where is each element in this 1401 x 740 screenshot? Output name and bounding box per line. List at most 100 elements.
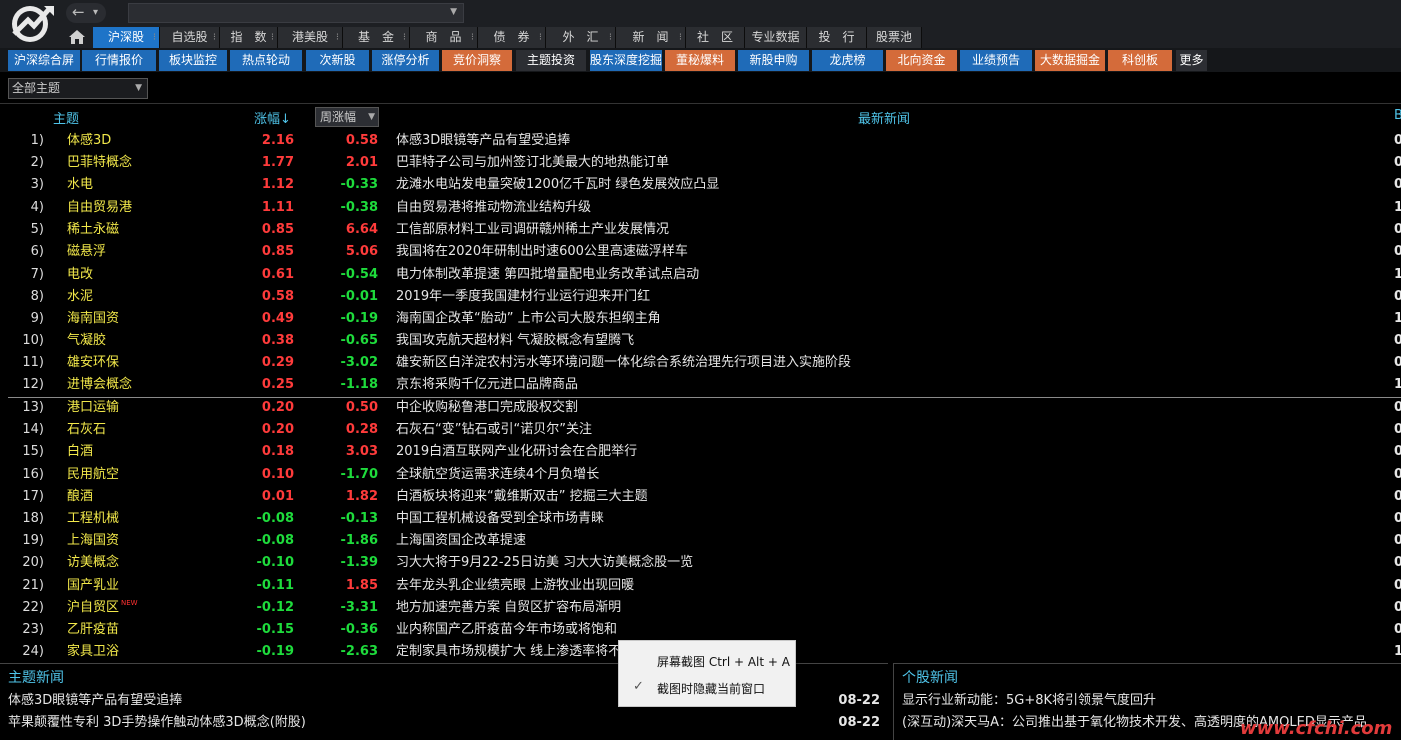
sub-tab[interactable]: 热点轮动 [230,50,302,71]
topic-name[interactable]: 白酒 [67,441,93,463]
search-dropdown[interactable]: ▼ [128,3,464,23]
topic-name[interactable]: 乙肝疫苗 [67,619,119,641]
topic-name[interactable]: 国产乳业 [67,575,119,597]
table-row[interactable]: 11) 雄安环保 0.29 -3.02 雄安新区白洋淀农村污水等环境问题一体化综合系统治… [0,352,1401,374]
latest-news[interactable]: 电力体制改革提速 第四批增量配电业务改革试点启动 [396,264,699,286]
topic-name[interactable]: 上海国资 [67,530,119,552]
topic-name[interactable]: 自由贸易港 [67,197,132,219]
sub-tab[interactable]: 股东深度挖掘 [590,50,662,71]
topic-name[interactable]: 水泥 [67,286,93,308]
main-tab[interactable]: 指 数 ⁝ [220,27,278,48]
col-header-tail[interactable]: B [1394,108,1401,123]
topic-name[interactable]: 气凝胶 [67,330,106,352]
table-row[interactable]: 23) 乙肝疫苗 -0.15 -0.36 业内称国产乙肝疫苗今年市场或将饱和 0 [0,619,1401,641]
latest-news[interactable]: 白酒板块将迎来“戴维斯双击” 挖掘三大主题 [396,486,648,508]
sub-tab[interactable]: 龙虎榜 [812,50,883,71]
menu-item-hide-window[interactable]: 截图时隐藏当前窗口 [657,680,765,697]
sub-tab[interactable]: 科创板 [1108,50,1172,71]
topic-name[interactable]: 水电 [67,174,93,196]
main-tab[interactable]: 债 券 ⁝ [478,27,546,48]
latest-news[interactable]: 龙滩水电站发电量突破1200亿千瓦时 绿色发展效应凸显 [396,174,719,196]
latest-news[interactable]: 地方加速完善方案 自贸区扩容布局渐明 [396,597,621,619]
stock-news-item[interactable]: 显示行业新动能：5G+8K将引领景气度回升 [902,690,1398,712]
topic-name[interactable]: 体感3D [67,130,111,152]
sub-tab[interactable]: 新股申购 [738,50,809,71]
table-row[interactable]: 13) 港口运输 0.20 0.50 中企收购秘鲁港口完成股权交割 0 [0,397,1401,419]
table-row[interactable]: 5) 稀土永磁 0.85 6.64 工信部原材料工业司调研赣州稀土产业发展情况 0 [0,219,1401,241]
sub-tab[interactable]: 次新股 [306,50,369,71]
main-tab[interactable]: 自选股 ⁝ [160,27,220,48]
table-row[interactable]: 12) 进博会概念 0.25 -1.18 京东将采购千亿元进口品牌商品 1 [0,374,1401,396]
col-header-topic[interactable]: 主题 [53,108,79,127]
latest-news[interactable]: 雄安新区白洋淀农村污水等环境问题一体化综合系统治理先行项目进入实施阶段 [396,352,851,374]
table-row[interactable]: 21) 国产乳业 -0.11 1.85 去年龙头乳企业绩亮眼 上游牧业出现回暖 0 [0,575,1401,597]
latest-news[interactable]: 巴菲特子公司与加州签订北美最大的地热能订单 [396,152,669,174]
home-icon[interactable] [68,29,86,45]
latest-news[interactable]: 石灰石“变”钻石或引“诺贝尔”关注 [396,419,592,441]
topic-name[interactable]: 工程机械 [67,508,119,530]
latest-news[interactable]: 京东将采购千亿元进口品牌商品 [396,374,578,396]
latest-news[interactable]: 上海国资国企改革提速 [396,530,526,552]
table-row[interactable]: 6) 磁悬浮 0.85 5.06 我国将在2020年研制出时速600公里高速磁浮样车 0 [0,241,1401,263]
table-row[interactable]: 20) 访美概念 -0.10 -1.39 习大大将于9月22-25日访美 习大大访美概念… [0,552,1401,574]
main-tab[interactable]: 商 品 ⁝ [410,27,478,48]
table-row[interactable]: 18) 工程机械 -0.08 -0.13 中国工程机械设备受到全球市场青睐 0 [0,508,1401,530]
latest-news[interactable]: 去年龙头乳企业绩亮眼 上游牧业出现回暖 [396,575,634,597]
table-row[interactable]: 2) 巴菲特概念 1.77 2.01 巴菲特子公司与加州签订北美最大的地热能订单 0 [0,152,1401,174]
topic-name[interactable]: 雄安环保 [67,352,119,374]
latest-news[interactable]: 海南国企改革“胎动” 上市公司大股东担纲主角 [396,308,661,330]
table-row[interactable]: 4) 自由贸易港 1.11 -0.38 自由贸易港将推动物流业结构升级 1 [0,197,1401,219]
back-nav-button[interactable]: ← ▾ [66,3,106,23]
topic-name[interactable]: 巴菲特概念 [67,152,132,174]
table-row[interactable]: 7) 电改 0.61 -0.54 电力体制改革提速 第四批增量配电业务改革试点启动 1 [0,264,1401,286]
table-row[interactable]: 22) 沪自贸区 NEW -0.12 -3.31 地方加速完善方案 自贸区扩容布局渐明 0 [0,597,1401,619]
table-row[interactable]: 19) 上海国资 -0.08 -1.86 上海国资国企改革提速 0 [0,530,1401,552]
topic-name[interactable]: 磁悬浮 [67,241,106,263]
latest-news[interactable]: 中企收购秘鲁港口完成股权交割 [396,397,578,419]
latest-news[interactable]: 全球航空货运需求连续4个月负增长 [396,464,599,486]
latest-news[interactable]: 习大大将于9月22-25日访美 习大大访美概念股一览 [396,552,693,574]
sub-tab[interactable]: 行情报价 [82,50,156,71]
app-logo[interactable] [4,2,60,44]
sub-tab[interactable]: 涨停分析 [372,50,439,71]
latest-news[interactable]: 我国攻克航天超材料 气凝胶概念有望腾飞 [396,330,634,352]
main-tab[interactable]: 社 区 [686,27,745,48]
sub-tab[interactable]: 更多 [1176,50,1207,71]
sub-tab[interactable]: 竞价洞察 [442,50,512,71]
week-change-sort-select[interactable]: 周涨幅 ▼ [315,107,379,127]
topic-name[interactable]: 进博会概念 [67,374,132,396]
sub-tab[interactable]: 业绩预告 [960,50,1032,71]
menu-item-screenshot[interactable]: 屏幕截图 Ctrl + Alt + A [657,653,790,670]
topic-name[interactable]: 沪自贸区 NEW [67,597,138,620]
main-tab[interactable]: 专业数据 [745,27,807,48]
main-tab[interactable]: 投 行 [807,27,867,48]
topic-filter-select[interactable]: 全部主题 ▼ [8,78,148,99]
main-tab[interactable]: 股票池 [867,27,922,48]
main-tab[interactable]: 新 闻 ⁝ [616,27,686,48]
table-row[interactable]: 10) 气凝胶 0.38 -0.65 我国攻克航天超材料 气凝胶概念有望腾飞 0 [0,330,1401,352]
latest-news[interactable]: 我国将在2020年研制出时速600公里高速磁浮样车 [396,241,688,263]
sub-tab[interactable]: 沪深综合屏 [8,50,80,71]
sub-tab[interactable]: 北向资金 [886,50,957,71]
table-row[interactable]: 16) 民用航空 0.10 -1.70 全球航空货运需求连续4个月负增长 0 [0,464,1401,486]
latest-news[interactable]: 自由贸易港将推动物流业结构升级 [396,197,591,219]
topic-name[interactable]: 稀土永磁 [67,219,119,241]
latest-news[interactable]: 业内称国产乙肝疫苗今年市场或将饱和 [396,619,617,641]
table-row[interactable]: 8) 水泥 0.58 -0.01 2019年一季度我国建材行业运行迎来开门红 0 [0,286,1401,308]
main-tab[interactable]: 外 汇 ⁝ [546,27,616,48]
main-tab[interactable]: 基 金 ⁝ [343,27,410,48]
topic-news-item[interactable]: 苹果颠覆性专利 3D手势操作触动体感3D概念(附股) 08-22 [8,712,880,734]
main-tab[interactable]: 沪深股 ⁝ [93,27,160,48]
table-row[interactable]: 14) 石灰石 0.20 0.28 石灰石“变”钻石或引“诺贝尔”关注 0 [0,419,1401,441]
table-row[interactable]: 3) 水电 1.12 -0.33 龙滩水电站发电量突破1200亿千瓦时 绿色发展效应凸显… [0,174,1401,196]
col-header-change[interactable]: 涨幅↓ [254,108,291,127]
latest-news[interactable]: 2019年一季度我国建材行业运行迎来开门红 [396,286,650,308]
latest-news[interactable]: 2019白酒互联网产业化研讨会在合肥举行 [396,441,637,463]
sub-tab[interactable]: 大数据掘金 [1035,50,1105,71]
topic-name[interactable]: 民用航空 [67,464,119,486]
sub-tab[interactable]: 董秘爆料 [665,50,735,71]
table-row[interactable]: 17) 酿酒 0.01 1.82 白酒板块将迎来“戴维斯双击” 挖掘三大主题 0 [0,486,1401,508]
table-row[interactable]: 1) 体感3D 2.16 0.58 体感3D眼镜等产品有望受追捧 0 [0,130,1401,152]
table-row[interactable]: 9) 海南国资 0.49 -0.19 海南国企改革“胎动” 上市公司大股东担纲主角 1 [0,308,1401,330]
topic-name[interactable]: 酿酒 [67,486,93,508]
